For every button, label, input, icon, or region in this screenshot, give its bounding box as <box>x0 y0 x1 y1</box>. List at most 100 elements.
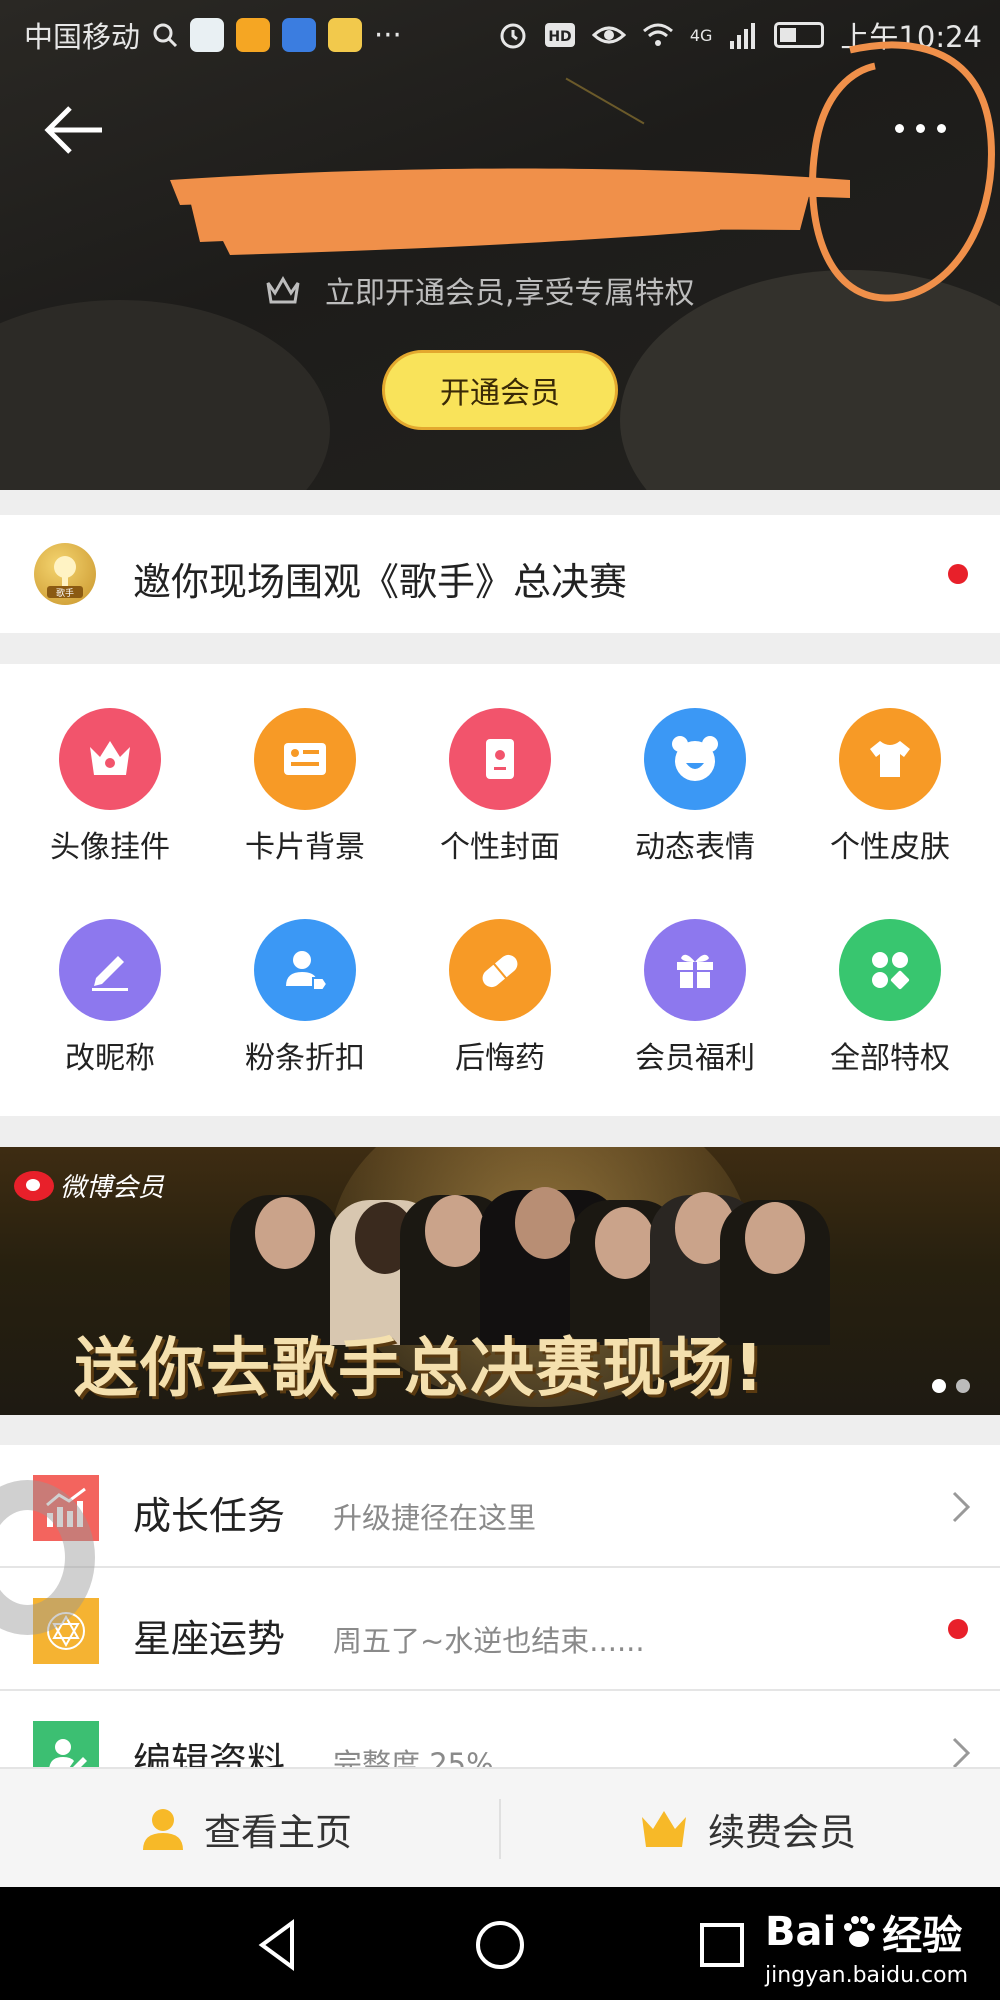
pager-dot <box>956 1379 970 1393</box>
user-icon <box>143 1809 183 1850</box>
list-item-subtitle: 升级捷径在这里 <box>333 1501 537 1535</box>
list-item-growth-tasks[interactable]: 成长任务 升级捷径在这里 <box>0 1445 1000 1568</box>
new-badge-dot <box>948 564 968 584</box>
open-vip-button[interactable]: 开通会员 <box>382 350 618 430</box>
nav-recents-icon[interactable] <box>692 1915 752 1975</box>
performer-head <box>255 1197 315 1269</box>
performer-head <box>425 1195 485 1267</box>
crown-icon <box>59 708 161 810</box>
signal-icon <box>730 23 756 49</box>
eye-icon <box>591 26 626 44</box>
final-invite-row[interactable]: 歌手 邀你现场围观《歌手》总决赛 <box>0 515 1000 633</box>
member-task-list: 成长任务 升级捷径在这里 星座运势 周五了~水逆也结束...... 编辑资料 完… <box>0 1445 1000 1767</box>
renew-vip-button[interactable]: 续费会员 <box>638 1769 856 1889</box>
final-invite-text: 邀你现场围观《歌手》总决赛 <box>133 560 628 604</box>
wifi-icon <box>642 23 673 46</box>
watermark-brand-suffix: 经验 <box>882 1913 963 1959</box>
member-prompt-row: 立即开通会员,享受专属特权 <box>265 268 695 312</box>
wifi-app-icon <box>282 18 317 52</box>
carrier-name: 中国移动 <box>24 20 141 54</box>
privilege-grid: 头像挂件 卡片背景 个性封面 动态表情 个性皮肤 改昵称 粉条折扣 后悔药 会员… <box>0 664 1000 1116</box>
list-item-title: 成长任务 <box>133 1494 286 1538</box>
feature-all-privileges[interactable]: 全部特权 <box>790 919 990 1077</box>
performer-head <box>745 1202 805 1274</box>
list-item-title: 编辑资料 <box>133 1740 286 1767</box>
header-decor-line <box>565 77 645 125</box>
gift-icon <box>644 919 746 1021</box>
member-prompt-text: 立即开通会员,享受专属特权 <box>325 276 695 311</box>
feature-label: 全部特权 <box>830 1041 950 1076</box>
list-item-subtitle: 周五了~水逆也结束...... <box>333 1624 645 1658</box>
card-image-icon <box>254 708 356 810</box>
app58-icon <box>328 18 363 52</box>
header-decor-shape <box>0 300 330 490</box>
list-item-edit-profile[interactable]: 编辑资料 完整度 25% <box>0 1691 1000 1767</box>
user-tag-icon <box>254 919 356 1021</box>
performer-head <box>595 1207 655 1279</box>
feature-label: 会员福利 <box>635 1041 755 1076</box>
singer-badge-text: 歌手 <box>56 587 74 599</box>
view-home-button[interactable]: 查看主页 <box>140 1769 352 1889</box>
hd-icon: HD <box>544 23 575 47</box>
feature-change-nickname[interactable]: 改昵称 <box>10 919 210 1077</box>
chevron-right-icon <box>952 1491 971 1523</box>
crown-outline-icon <box>266 275 300 304</box>
feature-label: 后悔药 <box>455 1041 545 1076</box>
nav-home-icon[interactable] <box>470 1915 530 1975</box>
feature-card-background[interactable]: 卡片背景 <box>205 708 405 866</box>
view-home-label: 查看主页 <box>204 1811 352 1854</box>
feature-promo-discount[interactable]: 粉条折扣 <box>205 919 405 1077</box>
promo-banner[interactable]: 微博会员 送你去歌手总决赛现场! <box>0 1147 1000 1415</box>
feature-label: 改昵称 <box>65 1041 155 1076</box>
baidu-jingyan-watermark: Bai 经验 jingyan.baidu.com <box>765 1903 968 1988</box>
feature-animated-emoji[interactable]: 动态表情 <box>595 708 795 866</box>
svg-text:HD: HD <box>548 29 571 45</box>
feature-custom-skin[interactable]: 个性皮肤 <box>790 708 990 866</box>
banner-pager <box>932 1379 970 1393</box>
banner-title: 送你去歌手总决赛现场! <box>74 1332 766 1406</box>
redaction-scribble <box>170 168 850 255</box>
maps-app-icon <box>190 18 225 52</box>
pager-dot-active <box>932 1379 946 1393</box>
all-grid-icon <box>839 919 941 1021</box>
chevron-right-icon <box>952 1737 971 1767</box>
pencil-icon <box>59 919 161 1021</box>
crown-icon <box>642 1811 686 1847</box>
more-notifications: ··· <box>374 18 402 52</box>
feature-avatar-pendant[interactable]: 头像挂件 <box>10 708 210 866</box>
list-item-subtitle: 完整度 25% <box>333 1747 494 1767</box>
feature-regret-pill[interactable]: 后悔药 <box>400 919 600 1077</box>
vip-header: 中国移动 ··· HD 4G 上午10:24 立即开通会员,享受专属特权 开通会… <box>0 0 1000 490</box>
feature-label: 粉条折扣 <box>245 1041 365 1076</box>
list-item-title: 星座运势 <box>133 1617 286 1661</box>
search-icon <box>153 23 178 48</box>
nav-back-icon[interactable] <box>248 1915 308 1975</box>
network-type: 4G <box>689 25 713 45</box>
pill-icon <box>449 919 551 1021</box>
bottom-action-bar: 查看主页 续费会员 <box>0 1767 1000 1887</box>
back-arrow-icon[interactable] <box>40 100 110 160</box>
watermark-brand: Bai <box>765 1909 837 1955</box>
feature-custom-cover[interactable]: 个性封面 <box>400 708 600 866</box>
smiley-bear-icon <box>644 708 746 810</box>
feature-label: 个性皮肤 <box>830 830 950 865</box>
watermark-url: jingyan.baidu.com <box>765 1963 969 1988</box>
weibo-logo-icon <box>14 1170 54 1201</box>
cover-card-icon <box>449 708 551 810</box>
weibo-app-icon <box>236 18 271 52</box>
feature-label: 头像挂件 <box>50 830 170 865</box>
renew-vip-label: 续费会员 <box>708 1811 856 1854</box>
annotation-circle <box>809 41 995 302</box>
edit-profile-icon <box>33 1721 99 1767</box>
alarm-icon <box>500 23 526 49</box>
feature-label: 卡片背景 <box>245 830 365 865</box>
feature-member-benefits[interactable]: 会员福利 <box>595 919 795 1077</box>
performer-head <box>515 1187 575 1259</box>
tshirt-icon <box>839 708 941 810</box>
new-badge-dot <box>948 1619 968 1639</box>
list-item-horoscope[interactable]: 星座运势 周五了~水逆也结束...... <box>0 1568 1000 1691</box>
feature-label: 动态表情 <box>635 830 755 865</box>
bottom-divider <box>499 1799 501 1859</box>
singer-badge-icon: 歌手 <box>34 543 96 605</box>
weibo-member-text: 微博会员 <box>60 1173 165 1203</box>
